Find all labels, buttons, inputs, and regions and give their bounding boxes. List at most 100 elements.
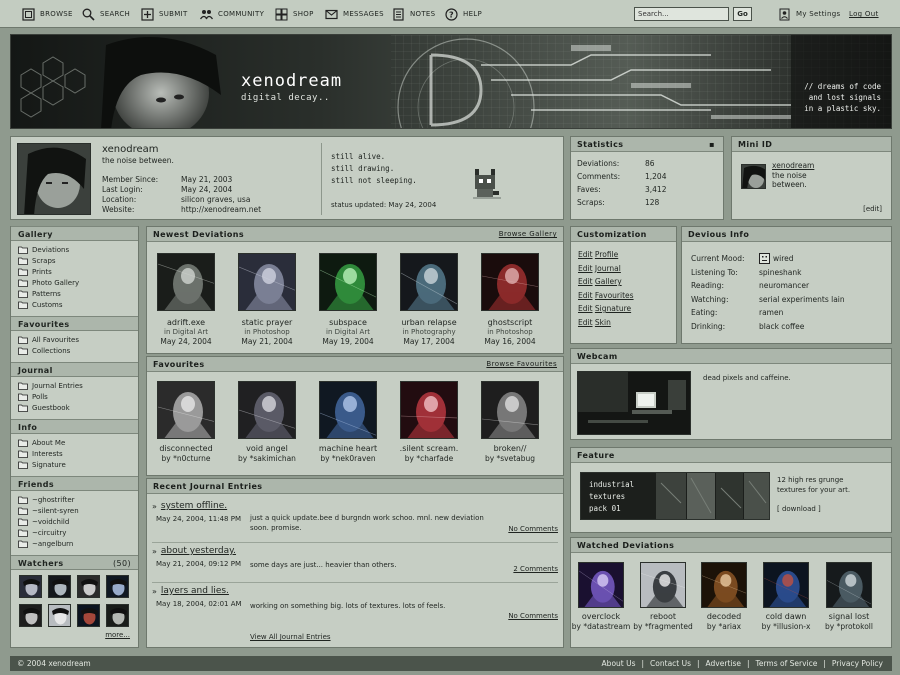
watcher-avatar[interactable]: [19, 604, 42, 627]
sidebar-item[interactable]: Deviations: [18, 244, 131, 255]
footer-link-about[interactable]: About Us: [602, 659, 636, 668]
nav-community[interactable]: COMMUNITY: [200, 7, 264, 21]
favourites-title[interactable]: machine heart: [303, 444, 393, 454]
customization-item[interactable]: Edit Skin: [578, 316, 669, 330]
nav-messages[interactable]: MESSAGES: [325, 7, 384, 21]
customization-item[interactable]: Edit Signature: [578, 302, 669, 316]
customization-edit[interactable]: Edit: [578, 277, 593, 286]
collapse-icon[interactable]: ▪: [709, 140, 715, 149]
sidebar-item[interactable]: ~ghostrifter: [18, 494, 131, 505]
newest-title[interactable]: adrift.exe: [141, 318, 231, 328]
footer-link-contact[interactable]: Contact Us: [650, 659, 691, 668]
favourites-thumbnail[interactable]: [157, 381, 215, 439]
customization-label[interactable]: Profile: [595, 250, 618, 259]
customization-label[interactable]: Favourites: [595, 291, 634, 300]
favourites-thumbnail[interactable]: [238, 381, 296, 439]
sidebar-item[interactable]: ~silent-syren: [18, 505, 131, 516]
watched-by[interactable]: by *protokoll: [806, 622, 892, 632]
customization-edit[interactable]: Edit: [578, 250, 593, 259]
website-link[interactable]: http://xenodream.net: [181, 205, 261, 215]
customization-item[interactable]: Edit Favourites: [578, 289, 669, 303]
watcher-avatar[interactable]: [19, 575, 42, 598]
view-all-journal-link[interactable]: View All Journal Entries: [250, 633, 331, 641]
nav-browse[interactable]: BROWSE: [22, 7, 73, 21]
favourites-thumbnail[interactable]: [481, 381, 539, 439]
customization-label[interactable]: Journal: [595, 264, 621, 273]
sidebar-item[interactable]: Guestbook: [18, 402, 131, 413]
nav-notes[interactable]: NOTES: [392, 7, 435, 21]
nav-my-settings[interactable]: My Settings: [778, 7, 840, 21]
sidebar-item[interactable]: Prints: [18, 266, 131, 277]
sidebar-item[interactable]: ~circuitry: [18, 527, 131, 538]
feature-download-link[interactable]: [ download ]: [777, 505, 821, 513]
browse-favourites-link[interactable]: Browse Favourites: [486, 360, 557, 368]
journal-entry-title[interactable]: about yesterday.: [161, 546, 236, 556]
favourites-thumbnail[interactable]: [319, 381, 377, 439]
nav-help[interactable]: ? HELP: [445, 7, 482, 21]
favourites-thumbnail[interactable]: [400, 381, 458, 439]
mini-id-name[interactable]: xenodream: [772, 161, 814, 171]
newest-title[interactable]: urban relapse: [384, 318, 474, 328]
nav-submit[interactable]: SUBMIT: [141, 7, 188, 21]
journal-comments-link[interactable]: No Comments: [508, 525, 558, 533]
watcher-avatar[interactable]: [77, 604, 100, 627]
sidebar-item[interactable]: ~angelburn: [18, 538, 131, 549]
sidebar-item[interactable]: Interests: [18, 448, 131, 459]
mini-id-avatar[interactable]: [741, 164, 766, 189]
favourites-title[interactable]: .silent scream.: [384, 444, 474, 454]
sidebar-item[interactable]: About Me: [18, 437, 131, 448]
logout-link[interactable]: Log Out: [849, 7, 879, 21]
browse-gallery-link[interactable]: Browse Gallery: [499, 230, 557, 238]
footer-link-terms[interactable]: Terms of Service: [756, 659, 818, 668]
watched-title[interactable]: signal lost: [806, 612, 892, 622]
customization-edit[interactable]: Edit: [578, 264, 593, 273]
watcher-avatar[interactable]: [48, 604, 71, 627]
sidebar-item[interactable]: Polls: [18, 391, 131, 402]
customization-item[interactable]: Edit Gallery: [578, 275, 669, 289]
sidebar-item[interactable]: ~voidchild: [18, 516, 131, 527]
newest-thumbnail[interactable]: [481, 253, 539, 311]
journal-comments-link[interactable]: No Comments: [508, 612, 558, 620]
nav-shop[interactable]: SHOP: [275, 7, 314, 21]
watched-thumbnail[interactable]: [826, 562, 872, 608]
watched-thumbnail[interactable]: [763, 562, 809, 608]
footer-link-advertise[interactable]: Advertise: [706, 659, 741, 668]
newest-title[interactable]: static prayer: [222, 318, 312, 328]
watched-thumbnail[interactable]: [640, 562, 686, 608]
sidebar-item[interactable]: Customs: [18, 299, 131, 310]
customization-edit[interactable]: Edit: [578, 318, 593, 327]
feature-image[interactable]: industrial textures pack 01: [580, 472, 770, 520]
watcher-avatar[interactable]: [77, 575, 100, 598]
customization-label[interactable]: Skin: [595, 318, 611, 327]
search-go-button[interactable]: Go: [733, 7, 752, 21]
sidebar-item[interactable]: Collections: [18, 345, 131, 356]
customization-item[interactable]: Edit Journal: [578, 262, 669, 276]
journal-entry-title[interactable]: layers and lies.: [161, 586, 229, 596]
favourites-title[interactable]: void angel: [222, 444, 312, 454]
sidebar-item[interactable]: Scraps: [18, 255, 131, 266]
journal-comments-link[interactable]: 2 Comments: [513, 565, 558, 573]
newest-thumbnail[interactable]: [400, 253, 458, 311]
watchers-more-link[interactable]: more...: [11, 629, 138, 641]
sidebar-item[interactable]: Photo Gallery: [18, 277, 131, 288]
journal-entry-title[interactable]: system offline.: [161, 501, 227, 511]
favourites-title[interactable]: disconnected: [141, 444, 231, 454]
newest-title[interactable]: ghostscript: [465, 318, 555, 328]
watcher-avatar[interactable]: [106, 604, 129, 627]
newest-thumbnail[interactable]: [238, 253, 296, 311]
newest-thumbnail[interactable]: [157, 253, 215, 311]
sidebar-item[interactable]: Signature: [18, 459, 131, 470]
mini-id-edit-link[interactable]: [edit]: [863, 205, 882, 213]
sidebar-item[interactable]: Patterns: [18, 288, 131, 299]
newest-title[interactable]: subspace: [303, 318, 393, 328]
watcher-avatar[interactable]: [106, 575, 129, 598]
sidebar-item[interactable]: All Favourites: [18, 334, 131, 345]
customization-label[interactable]: Gallery: [595, 277, 622, 286]
watched-thumbnail[interactable]: [578, 562, 624, 608]
customization-edit[interactable]: Edit: [578, 304, 593, 313]
favourites-title[interactable]: broken//: [465, 444, 555, 454]
watcher-avatar[interactable]: [48, 575, 71, 598]
search-input[interactable]: [634, 7, 729, 21]
customization-label[interactable]: Signature: [595, 304, 631, 313]
customization-item[interactable]: Edit Profile: [578, 248, 669, 262]
